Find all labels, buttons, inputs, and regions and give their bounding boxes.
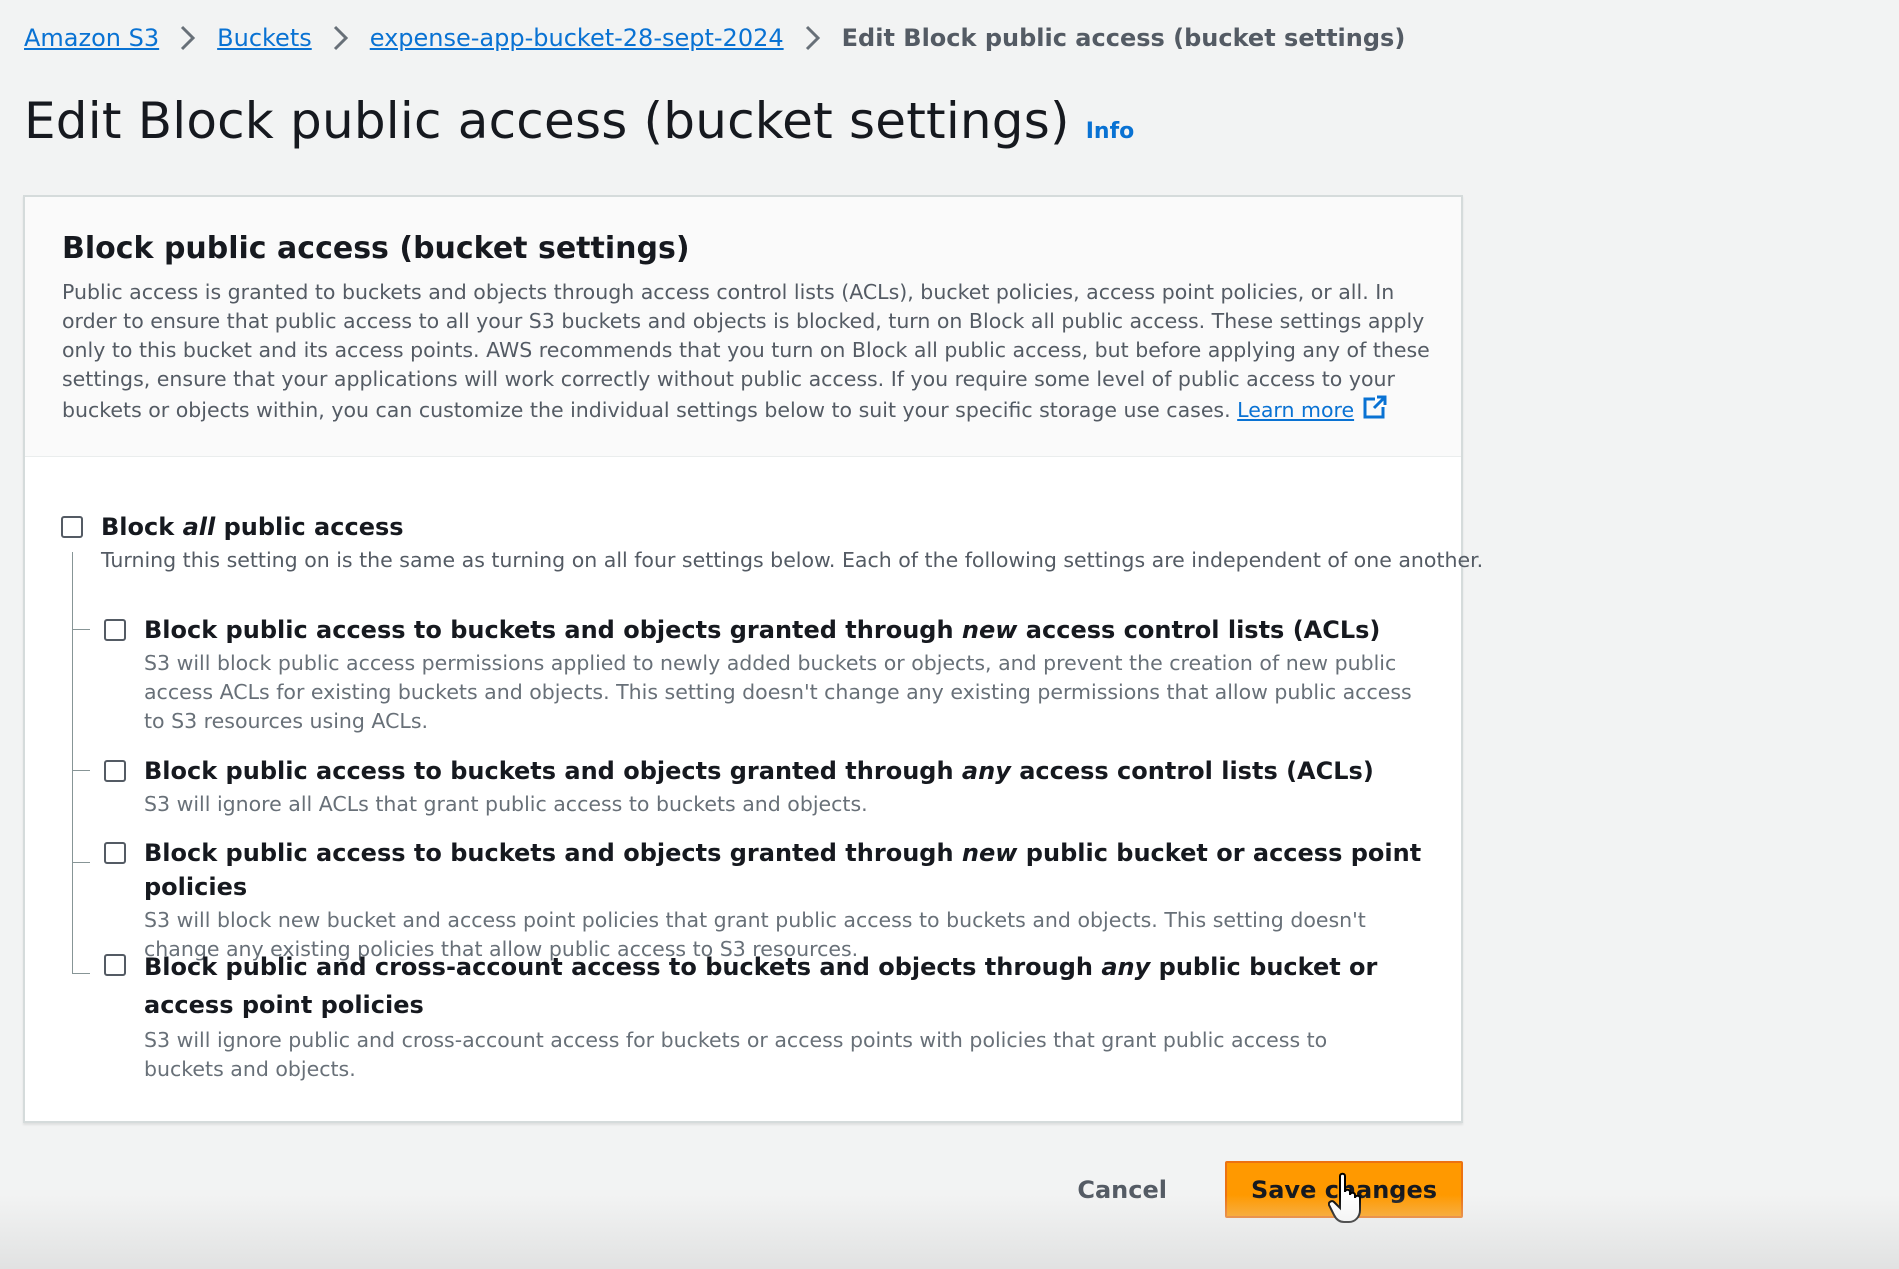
option-block-new-policies: Block public access to buckets and objec…: [104, 836, 1424, 964]
cancel-button[interactable]: Cancel: [1057, 1164, 1187, 1216]
checkbox-block-any-acls[interactable]: [104, 760, 126, 782]
option-title-emphasis: any: [961, 757, 1011, 785]
learn-more-link[interactable]: Learn more: [1237, 398, 1354, 422]
option-title-part: Block: [101, 513, 183, 541]
option-title-part: Block public access to buckets and objec…: [144, 616, 962, 644]
breadcrumb: Amazon S3 Buckets expense-app-bucket-28-…: [24, 18, 1405, 58]
option-block-any-acls: Block public access to buckets and objec…: [104, 754, 1424, 819]
option-block-all: Block all public access Turning this set…: [61, 510, 1483, 575]
form-actions: Cancel Save changes: [1057, 1161, 1463, 1218]
option-title: Block public access to buckets and objec…: [144, 836, 1424, 904]
tree-branch: [72, 629, 90, 630]
external-link-icon[interactable]: [1362, 394, 1388, 420]
checkbox-block-new-policies[interactable]: [104, 842, 126, 864]
option-title-part: Block public access to buckets and objec…: [144, 839, 962, 867]
option-title-emphasis: new: [961, 616, 1018, 644]
option-title-part: access control lists (ACLs): [1010, 757, 1374, 785]
chevron-right-icon: [784, 24, 842, 52]
panel-header: Block public access (bucket settings) Pu…: [25, 197, 1461, 457]
option-title-emphasis: any: [1101, 953, 1151, 981]
tree-connector: [72, 552, 73, 973]
checkbox-block-any-policies[interactable]: [104, 954, 126, 976]
checkbox-block-new-acls[interactable]: [104, 619, 126, 641]
option-title: Block public access to buckets and objec…: [144, 754, 1374, 788]
breadcrumb-item-buckets[interactable]: Buckets: [217, 18, 312, 58]
option-block-any-policies: Block public and cross-account access to…: [104, 948, 1394, 1084]
tree-branch: [72, 770, 90, 771]
option-description: S3 will ignore public and cross-account …: [144, 1028, 1328, 1081]
chevron-right-icon: [312, 24, 370, 52]
section-description-text: Public access is granted to buckets and …: [62, 280, 1430, 422]
hand-pointer-cursor-icon: [1328, 1172, 1361, 1223]
option-title-part: Block public and cross-account access to…: [144, 953, 1102, 981]
breadcrumb-item-current: Edit Block public access (bucket setting…: [841, 24, 1406, 52]
page-title: Edit Block public access (bucket setting…: [24, 92, 1070, 150]
tree-branch: [72, 862, 90, 863]
section-title: Block public access (bucket settings): [62, 231, 690, 266]
chevron-right-icon: [159, 24, 217, 52]
option-block-new-acls: Block public access to buckets and objec…: [104, 613, 1424, 736]
page-header: Edit Block public access (bucket setting…: [24, 92, 1134, 150]
option-title-emphasis: new: [961, 839, 1018, 867]
info-link[interactable]: Info: [1086, 119, 1135, 144]
option-title: Block public access to buckets and objec…: [144, 613, 1424, 647]
bottom-shadow: [0, 1195, 1899, 1269]
breadcrumb-item-amazon-s3[interactable]: Amazon S3: [24, 18, 159, 58]
option-description: S3 will block public access permissions …: [144, 651, 1412, 733]
tree-branch: [72, 973, 90, 974]
option-description: Turning this setting on is the same as t…: [101, 548, 1484, 572]
option-title-part: access control lists (ACLs): [1017, 616, 1381, 644]
breadcrumb-item-bucket-name[interactable]: expense-app-bucket-28-sept-2024: [370, 18, 784, 58]
option-title: Block public and cross-account access to…: [144, 948, 1394, 1024]
option-description: S3 will ignore all ACLs that grant publi…: [144, 792, 868, 816]
option-title: Block all public access: [101, 510, 1483, 544]
checkbox-block-all[interactable]: [61, 516, 83, 538]
option-title-part: Block public access to buckets and objec…: [144, 757, 962, 785]
option-title-emphasis: all: [182, 513, 216, 541]
option-title-part: public access: [215, 513, 404, 541]
section-description: Public access is granted to buckets and …: [62, 278, 1442, 425]
